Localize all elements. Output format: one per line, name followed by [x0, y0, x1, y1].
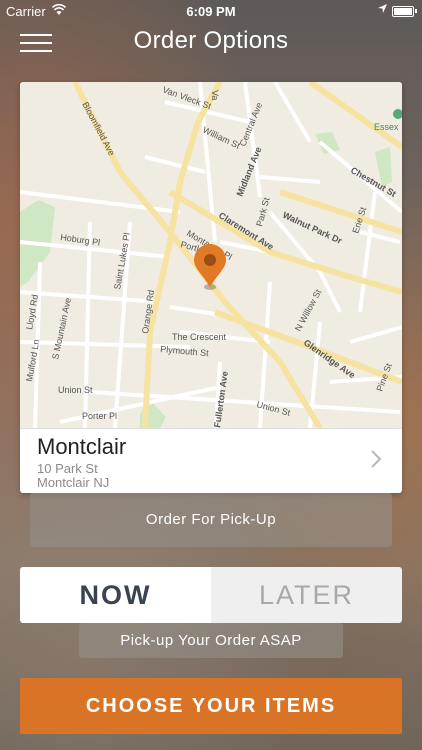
map-label-s-mountain: S Mountain Ave	[50, 297, 73, 361]
location-card: Bloomfield Ave Van Vleck St Va William S…	[20, 82, 402, 493]
map-label-va: Va	[210, 90, 220, 100]
status-time: 6:09 PM	[186, 4, 236, 19]
location-row[interactable]: Montclair 10 Park St Montclair NJ	[20, 428, 402, 493]
location-name: Montclair	[37, 434, 127, 459]
map-label-union-1: Union St	[58, 385, 93, 395]
order-type-label: Order For Pick-Up	[30, 493, 392, 547]
map-graphic: Bloomfield Ave Van Vleck St Va William S…	[20, 82, 402, 428]
choose-items-button[interactable]: CHOOSE YOUR ITEMS	[20, 678, 402, 734]
later-option[interactable]: LATER	[211, 567, 402, 623]
map-label-porter: Porter Pl	[82, 411, 117, 421]
location-address-line1: 10 Park St	[37, 461, 98, 476]
page-title: Order Options	[133, 27, 289, 54]
map-label-bloomfield-ave: Bloomfield Ave	[80, 100, 117, 157]
map-view[interactable]: Bloomfield Ave Van Vleck St Va William S…	[20, 82, 402, 428]
timing-note: Pick-up Your Order ASAP	[79, 623, 343, 658]
status-bar: Carrier 6:09 PM	[0, 0, 422, 22]
now-option[interactable]: NOW	[20, 567, 211, 623]
navigation-bar: Order Options	[0, 22, 422, 62]
location-address-line2: Montclair NJ	[37, 475, 110, 490]
chevron-right-icon	[371, 450, 382, 468]
map-label-plymouth: Plymouth St	[160, 344, 210, 358]
location-arrow-icon	[378, 4, 387, 13]
map-label-crescent: The Crescent	[172, 332, 227, 342]
map-pin-icon	[194, 244, 226, 290]
timing-segmented-control: NOW LATER	[20, 567, 402, 623]
map-label-essex: Essex	[374, 122, 399, 132]
map-label-park: Park St	[254, 196, 271, 228]
battery-icon	[392, 6, 417, 17]
map-label-walnut-park: Walnut Park Dr	[281, 210, 344, 246]
